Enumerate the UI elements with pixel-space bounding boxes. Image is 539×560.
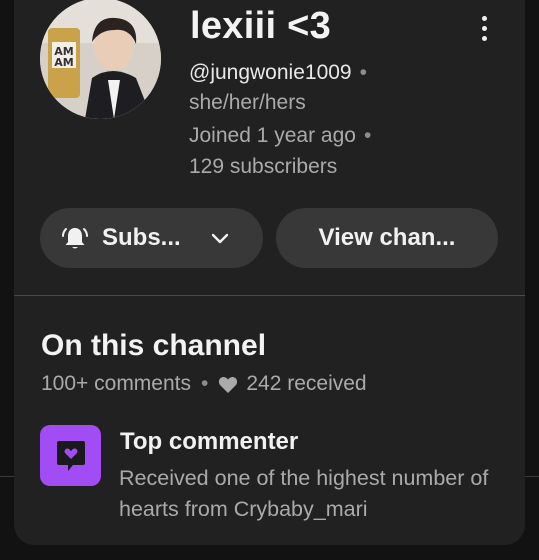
subscriber-count: 129 subscribers bbox=[189, 155, 338, 178]
section-title: On this channel bbox=[41, 329, 267, 362]
joined-line: Joined 1 year ago • bbox=[189, 123, 371, 149]
badge-title: Top commenter bbox=[120, 428, 299, 455]
view-channel-label: View chan... bbox=[318, 224, 456, 251]
separator-dot: • bbox=[359, 61, 367, 84]
comment-count: 100+ comments bbox=[41, 372, 191, 395]
top-commenter-badge bbox=[40, 425, 101, 486]
section-divider bbox=[14, 295, 525, 296]
more-vert-icon bbox=[481, 15, 487, 21]
avatar-image: AM AM bbox=[40, 0, 161, 119]
separator-dot: • bbox=[201, 372, 209, 395]
view-channel-button[interactable]: View chan... bbox=[276, 208, 498, 268]
heart-icon bbox=[219, 376, 238, 393]
chat-heart-icon bbox=[56, 440, 85, 471]
outer-divider-right bbox=[525, 476, 539, 477]
notification-bell-icon bbox=[62, 228, 88, 249]
separator-dot: • bbox=[363, 124, 372, 147]
subscribe-label: Subs... bbox=[102, 224, 181, 251]
channel-handle[interactable]: @jungwonie1009 bbox=[189, 61, 352, 84]
badge-description: Received one of the highest number of he… bbox=[119, 466, 489, 521]
svg-text:AM: AM bbox=[54, 56, 73, 69]
joined-date: Joined 1 year ago bbox=[189, 124, 356, 147]
pronouns: she/her/hers bbox=[189, 91, 306, 114]
channel-handle-line: @jungwonie1009 • bbox=[189, 60, 367, 86]
channel-stats: 100+ comments • 242 received bbox=[41, 370, 367, 398]
chevron-down-icon bbox=[211, 233, 228, 244]
channel-name: lexiii <3 bbox=[190, 5, 332, 47]
outer-divider-left bbox=[0, 476, 14, 477]
hearts-received: 242 received bbox=[246, 372, 367, 395]
subscribe-button[interactable]: Subs... bbox=[40, 208, 263, 268]
avatar[interactable]: AM AM bbox=[40, 0, 161, 119]
more-options-button[interactable] bbox=[470, 10, 498, 46]
